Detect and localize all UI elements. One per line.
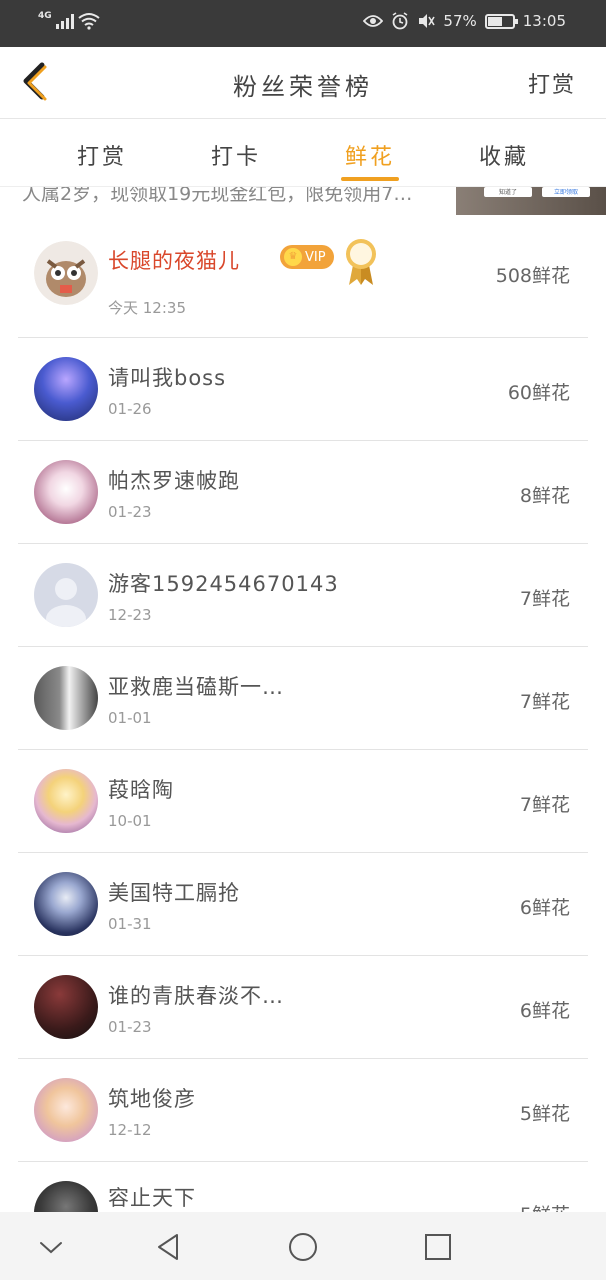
flower-count: 7鲜花	[519, 588, 570, 610]
app-header: 粉丝荣誉榜 打赏	[0, 47, 606, 119]
banner-claim-chip[interactable]: 立即领取	[542, 187, 590, 197]
reward-button[interactable]: 打赏	[528, 67, 576, 99]
avatar	[34, 872, 98, 936]
vip-badge: ♛ VIP	[280, 245, 334, 269]
list-item[interactable]: 亚救鹿当磕斯一… 01-01 7鲜花	[0, 647, 606, 750]
tab-flowers[interactable]: 鲜花	[330, 139, 410, 181]
fan-date: 10-01	[108, 812, 152, 830]
list-item[interactable]: 请叫我boss 01-26 60鲜花	[0, 338, 606, 441]
default-user-icon	[46, 578, 86, 627]
tab-checkin[interactable]: 打卡	[196, 139, 276, 171]
battery-percent: 57%	[443, 12, 477, 30]
status-right: 57% 13:05	[363, 12, 566, 30]
nav-recent-icon[interactable]	[421, 1230, 455, 1264]
nav-home-icon[interactable]	[286, 1230, 320, 1264]
fan-name: 葮晗陶	[108, 778, 174, 802]
fan-name: 筑地俊彦	[108, 1087, 196, 1111]
alarm-icon	[392, 12, 408, 30]
fan-name: 长腿的夜猫儿	[108, 249, 240, 273]
flower-count: 7鲜花	[519, 691, 570, 713]
active-tab-indicator	[341, 177, 399, 181]
fan-date: 12-12	[108, 1121, 152, 1139]
list-item[interactable]: 长腿的夜猫儿 ♛ VIP 今天 12:35 508鲜花	[0, 219, 606, 338]
list-item[interactable]: 帕杰罗速帔跑 01-23 8鲜花	[0, 441, 606, 544]
signal-group: 4G	[38, 11, 100, 30]
avatar	[34, 975, 98, 1039]
medal-icon	[346, 239, 376, 285]
page-title: 粉丝荣誉榜	[233, 73, 373, 101]
banner-text: 人属2岁，现领取19元现金红包，限免领用7…	[22, 187, 413, 205]
avatar	[34, 460, 98, 524]
tab-label: 收藏	[478, 145, 529, 170]
flower-count: 8鲜花	[519, 485, 570, 507]
fan-name: 美国特工膈抢	[108, 881, 240, 905]
fan-name: 帕杰罗速帔跑	[108, 469, 240, 493]
avatar	[34, 241, 98, 305]
battery-level	[487, 16, 502, 26]
eye-icon	[363, 15, 384, 27]
fan-date: 今天 12:35	[108, 299, 186, 317]
nav-down-icon[interactable]	[34, 1230, 68, 1264]
mute-icon	[419, 14, 436, 28]
tab-favorites[interactable]: 收藏	[464, 139, 544, 171]
fan-date: 01-01	[108, 709, 152, 727]
banner-dismiss-chip[interactable]: 知道了	[484, 187, 532, 197]
vip-label: VIP	[305, 249, 326, 265]
tab-label: 鲜花	[344, 145, 395, 170]
fan-name: 请叫我boss	[108, 366, 227, 390]
list-item[interactable]: 谁的青肤春淡不… 01-23 6鲜花	[0, 956, 606, 1059]
list-item[interactable]: 葮晗陶 10-01 7鲜花	[0, 750, 606, 853]
list-item[interactable]: 游客1592454670143 12-23 7鲜花	[0, 544, 606, 647]
avatar	[34, 1078, 98, 1142]
avatar	[34, 357, 98, 421]
fan-name: 亚救鹿当磕斯一…	[108, 675, 284, 699]
avatar	[34, 563, 98, 627]
system-nav-bar	[0, 1212, 606, 1280]
fan-date: 01-23	[108, 503, 152, 521]
list-item[interactable]: 筑地俊彦 12-12 5鲜花	[0, 1059, 606, 1162]
fan-name: 谁的青肤春淡不…	[108, 984, 284, 1008]
fan-date: 01-26	[108, 400, 152, 418]
signal-icon	[55, 13, 74, 29]
tab-label: 打赏	[76, 145, 127, 170]
nav-back-icon[interactable]	[152, 1230, 186, 1264]
tab-label: 打卡	[210, 145, 261, 170]
status-bar: 4G 57% 13:05	[0, 0, 606, 47]
flower-count: 6鲜花	[519, 1000, 570, 1022]
fan-date: 12-23	[108, 606, 152, 624]
flower-count: 6鲜花	[519, 897, 570, 919]
battery-icon	[484, 13, 518, 29]
flower-count: 7鲜花	[519, 794, 570, 816]
network-type: 4G	[38, 11, 52, 21]
flower-count: 5鲜花	[519, 1103, 570, 1125]
owl-avatar-image	[34, 241, 98, 305]
flower-count: 60鲜花	[507, 382, 570, 404]
fan-name: 容止天下	[108, 1186, 196, 1210]
flower-count: 508鲜花	[495, 265, 570, 287]
fan-name: 游客1592454670143	[108, 572, 339, 596]
promo-banner[interactable]: 人属2岁，现领取19元现金红包，限免领用7… 知道了 立即领取	[0, 187, 606, 219]
tab-reward[interactable]: 打赏	[62, 139, 142, 171]
avatar	[34, 769, 98, 833]
list-item[interactable]: 美国特工膈抢 01-31 6鲜花	[0, 853, 606, 956]
tab-bar: 打赏 打卡 鲜花 收藏	[0, 119, 606, 187]
fan-date: 01-23	[108, 1018, 152, 1036]
fan-date: 01-31	[108, 915, 152, 933]
wifi-icon	[78, 13, 100, 30]
crown-icon: ♛	[284, 248, 302, 266]
clock: 13:05	[522, 12, 566, 30]
avatar	[34, 666, 98, 730]
